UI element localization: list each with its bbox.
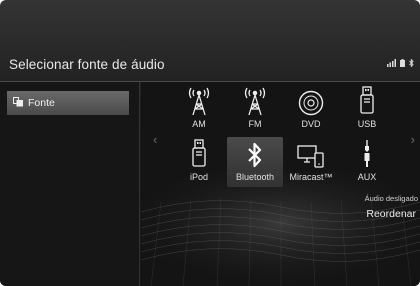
page-title: Selecionar fonte de áudio	[9, 57, 165, 72]
source-label: DVD	[301, 119, 321, 129]
reorder-button[interactable]: Reordenar	[366, 208, 416, 220]
source-ipod-button[interactable]: iPod	[171, 137, 227, 187]
next-page-button[interactable]: ›	[411, 132, 415, 147]
source-label: Bluetooth	[235, 172, 275, 182]
antenna-icon	[244, 84, 266, 116]
status-bar	[387, 59, 414, 67]
usb-icon	[360, 84, 374, 116]
source-grid: ‹ › AM FM DVD USB iPod Bluetooth Miracas…	[141, 82, 420, 286]
audio-off-note[interactable]: Áudio desligado	[365, 194, 418, 203]
wave-background	[141, 172, 420, 286]
sidebar: Fonte	[0, 82, 140, 286]
source-aux-button[interactable]: AUX	[339, 137, 395, 187]
source-label: Miracast™	[289, 172, 333, 182]
previous-page-button[interactable]: ‹	[153, 132, 157, 147]
disc-icon	[298, 84, 324, 116]
source-label: USB	[357, 119, 377, 129]
source-usb-button[interactable]: USB	[339, 84, 395, 134]
sidebar-item-label: Fonte	[28, 97, 55, 109]
battery-icon	[400, 59, 405, 67]
source-label: iPod	[189, 172, 208, 182]
sidebar-item-fonte[interactable]: Fonte	[7, 91, 129, 115]
source-bluetooth-button[interactable]: Bluetooth	[227, 137, 283, 187]
bluetooth-icon	[247, 137, 263, 169]
source-label: FM	[248, 119, 262, 129]
source-label: AM	[192, 119, 206, 129]
ipod-icon	[192, 137, 206, 169]
bluetooth-status-icon	[409, 59, 414, 67]
miracast-icon	[297, 137, 325, 169]
signal-icon	[387, 59, 396, 67]
audio-source-screen: Selecionar fonte de áudio Fonte ‹ › AM F…	[0, 0, 420, 286]
antenna-icon	[188, 84, 210, 116]
source-label: AUX	[357, 172, 377, 182]
source-miracast-button[interactable]: Miracast™	[283, 137, 339, 187]
source-icon	[13, 94, 24, 112]
source-am-button[interactable]: AM	[171, 84, 227, 134]
source-dvd-button[interactable]: DVD	[283, 84, 339, 134]
source-fm-button[interactable]: FM	[227, 84, 283, 134]
aux-icon	[362, 137, 372, 169]
